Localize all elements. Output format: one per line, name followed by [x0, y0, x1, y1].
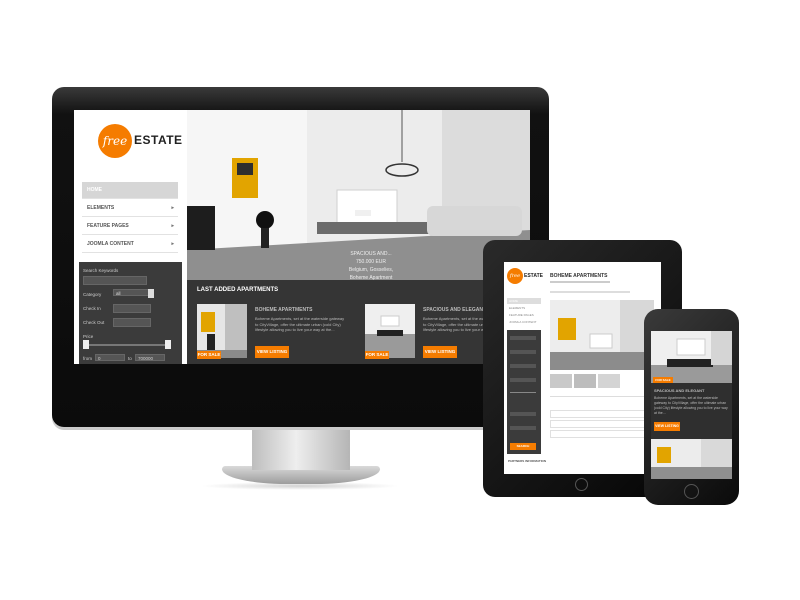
divider — [550, 396, 654, 397]
nav-item-home[interactable]: HOME — [82, 182, 178, 199]
phone-home-button[interactable] — [684, 484, 699, 499]
tablet-nav-joomla-content[interactable]: JOOMLA CONTENT — [509, 320, 537, 324]
for-sale-badge: FOR SALE — [197, 351, 221, 359]
tablet-search-input[interactable] — [510, 336, 536, 340]
category-label: Category — [83, 292, 102, 297]
tablet-detail-row — [550, 410, 654, 418]
logo-word[interactable]: ESTATE — [134, 133, 183, 147]
breadcrumb — [550, 281, 610, 283]
checkout-label: Check Out — [83, 320, 105, 325]
category-select[interactable]: all — [113, 289, 153, 296]
phone-listing-photo[interactable] — [651, 439, 732, 479]
page-title: BOHEME APARTMENTS — [550, 273, 608, 279]
listing-thumbnail[interactable] — [197, 304, 247, 358]
nav-label: HOME — [87, 187, 102, 193]
listing-thumbnail[interactable] — [365, 304, 415, 358]
desktop-sidebar: free ESTATE HOME ELEMENTS ▸ FEATURE PAGE… — [74, 110, 187, 364]
tablet-search-input[interactable] — [510, 364, 536, 368]
listing-title[interactable]: BOHEME APARTMENTS — [255, 307, 313, 313]
nav-label: JOOMLA CONTENT — [87, 241, 134, 247]
tablet-search-button[interactable]: SEARCH — [510, 443, 536, 450]
tablet-gallery-thumb[interactable] — [598, 374, 620, 388]
phone-listing-photo[interactable] — [651, 331, 732, 383]
checkout-input[interactable] — [113, 318, 151, 327]
tablet-search-input[interactable] — [510, 412, 536, 416]
tablet-search-input[interactable] — [510, 378, 536, 382]
listing-description: Boheme Apartments, set at the waterside … — [654, 396, 728, 415]
price-to-input[interactable]: 700000 — [135, 354, 165, 361]
section-title: LAST ADDED APARTMENTS — [197, 287, 279, 293]
listing-photo — [197, 304, 247, 358]
tablet-home-button[interactable] — [575, 478, 588, 491]
listing-title[interactable]: SPACIOUS AND ELEGANT — [654, 388, 704, 393]
nav-item-elements[interactable]: ELEMENTS ▸ — [82, 200, 178, 217]
tablet-footer-title: PARTNERS INFORMATION — [508, 459, 547, 463]
view-listing-button[interactable]: VIEW LISTING — [423, 346, 457, 358]
tablet-search-input[interactable] — [510, 350, 536, 354]
checkin-input[interactable] — [113, 304, 151, 313]
tablet-nav-elements[interactable]: ELEMENTS — [509, 306, 525, 310]
price-slider-handle-max[interactable] — [165, 340, 171, 349]
view-listing-button[interactable]: VIEW LISTING — [654, 422, 680, 431]
price-slider-track[interactable] — [83, 344, 171, 346]
tablet-detail-row — [550, 430, 654, 438]
last-added-section: LAST ADDED APARTMENTS FOR SALE BOHEME AP… — [187, 280, 530, 364]
tablet-gallery-thumb[interactable] — [550, 374, 572, 388]
tablet-price-slider[interactable] — [510, 392, 536, 393]
listing-title[interactable]: SPACIOUS AND ELEGANT — [423, 307, 486, 313]
category-value: all — [116, 291, 121, 296]
logo-badge[interactable]: free — [98, 124, 132, 158]
chevron-right-icon: ▸ — [171, 205, 174, 211]
tablet-nav-home[interactable]: HOME — [507, 298, 541, 304]
phone-screen: FOR SALE SPACIOUS AND ELEGANT Boheme Apa… — [651, 331, 732, 479]
keywords-input[interactable] — [83, 276, 147, 285]
tablet-nav-feature-pages[interactable]: FEATURE PAGES — [509, 313, 534, 317]
tablet-gallery-thumb[interactable] — [574, 374, 596, 388]
price-label: Price — [83, 334, 94, 339]
checkin-label: Check In — [83, 306, 101, 311]
hero-caption-line: SPACIOUS AND... — [350, 251, 392, 257]
nav-label: FEATURE PAGES — [87, 223, 129, 229]
nav-item-joomla-content[interactable]: JOOMLA CONTENT ▸ — [82, 236, 178, 253]
desktop-screen: free ESTATE HOME ELEMENTS ▸ FEATURE PAGE… — [74, 110, 530, 364]
search-panel: Search Keywords Category all Check In Ch… — [79, 262, 182, 364]
nav-label: ELEMENTS — [87, 205, 115, 211]
price-slider-handle-min[interactable] — [83, 340, 89, 349]
view-listing-button[interactable]: VIEW LISTING — [255, 346, 289, 358]
keywords-label: Search Keywords — [83, 268, 119, 273]
dining-room-photo — [651, 331, 732, 383]
from-label: from — [83, 356, 92, 361]
tablet-detail-row — [550, 420, 654, 428]
for-sale-badge: FOR SALE — [365, 351, 389, 359]
to-label: to — [128, 356, 132, 361]
imac-neck — [252, 430, 350, 470]
hero-caption-line: 750.000 EUR — [355, 259, 387, 265]
apartment-photo — [550, 300, 654, 370]
nav-item-feature-pages[interactable]: FEATURE PAGES ▸ — [82, 218, 178, 235]
chevron-right-icon: ▸ — [171, 223, 174, 229]
chevron-right-icon: ▸ — [171, 241, 174, 247]
listing-photo — [365, 304, 415, 358]
tablet-main-photo — [550, 300, 654, 370]
apartment-photo — [651, 439, 732, 479]
breadcrumb — [550, 291, 630, 293]
logo-word[interactable]: ESTATE — [524, 273, 543, 279]
chevron-down-icon[interactable] — [148, 289, 154, 298]
price-from-input[interactable]: 0 — [95, 354, 125, 361]
for-sale-badge: FOR SALE — [653, 377, 673, 383]
listing-description: Boheme Apartments, set at the waterside … — [255, 316, 345, 332]
logo-badge[interactable]: free — [507, 268, 523, 284]
tablet-screen: free ESTATE BOHEME APARTMENTS HOME ELEME… — [504, 262, 661, 474]
tablet-search-input[interactable] — [510, 426, 536, 430]
hero-caption-line: Belgium, Gosselies, — [348, 267, 394, 273]
hero-caption: SPACIOUS AND... 750.000 EUR Belgium, Gos… — [336, 250, 406, 282]
